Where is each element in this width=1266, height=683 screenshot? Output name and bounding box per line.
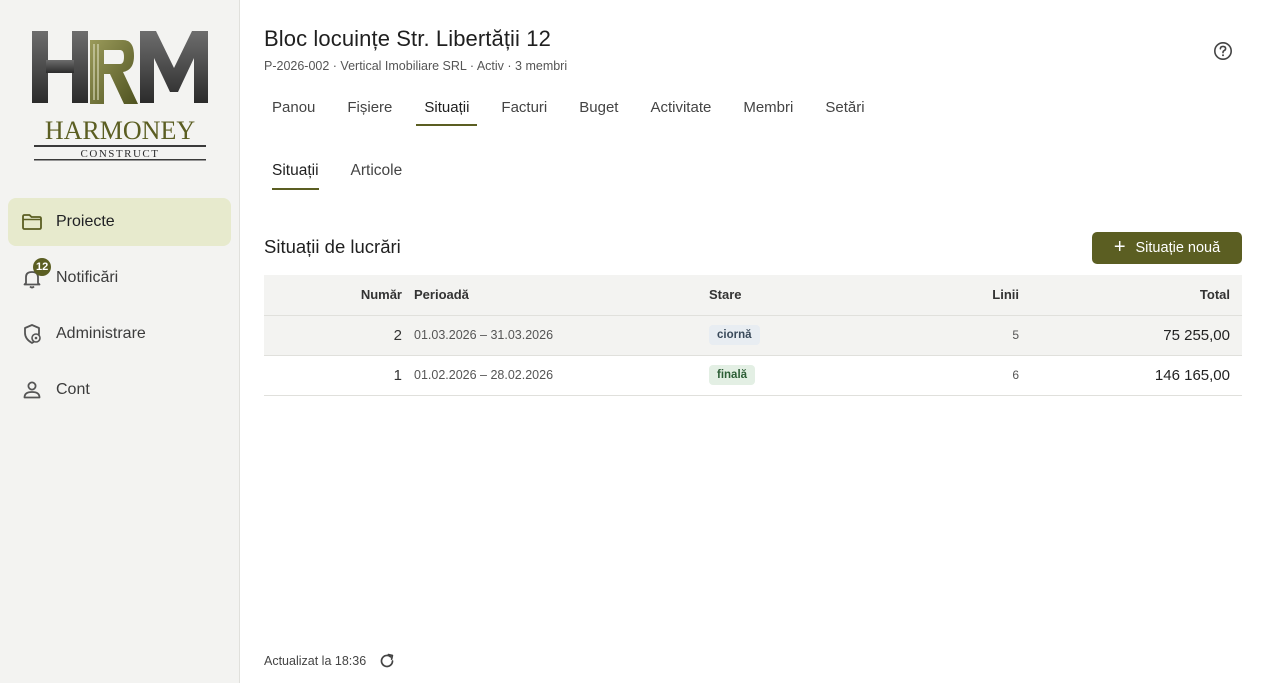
status-badge: ciornă	[709, 325, 760, 345]
column-header-total[interactable]: Total	[1019, 275, 1242, 316]
sidebar: HARMONEY CONSTRUCT Proiecte 12 Notificăr…	[0, 0, 240, 683]
tab-membri[interactable]: Membri	[735, 88, 801, 126]
person-icon	[20, 378, 44, 402]
tab-activitate[interactable]: Activitate	[642, 88, 719, 126]
sidebar-item-label: Notificări	[56, 269, 119, 286]
svg-text:CONSTRUCT: CONSTRUCT	[81, 148, 160, 160]
cell-period: 01.03.2026 – 31.03.2026	[408, 315, 709, 356]
refresh-icon[interactable]	[378, 652, 396, 670]
company-logo[interactable]: HARMONEY CONSTRUCT	[28, 28, 212, 168]
subtab-articole[interactable]: Articole	[343, 152, 411, 190]
cell-total: 146 165,00	[1019, 355, 1242, 396]
notification-badge: 12	[33, 258, 52, 276]
sidebar-nav: Proiecte 12 Notificări Administrare Cont	[8, 198, 231, 422]
project-tabs: Panou Fișiere Situații Facturi Buget Act…	[264, 88, 889, 128]
cell-number: 1	[264, 355, 408, 396]
folder-icon	[20, 210, 44, 234]
main-content: Bloc locuințe Str. Libertății 12 P-2026-…	[240, 0, 1266, 683]
section-title: Situații de lucrări	[264, 236, 401, 257]
cell-number: 2	[264, 315, 408, 356]
column-header-stare[interactable]: Stare	[709, 275, 909, 316]
situatii-subtabs: Situații Articole	[264, 152, 426, 192]
sidebar-item-proiecte[interactable]: Proiecte	[8, 198, 231, 246]
page-title: Bloc locuințe Str. Libertății 12	[264, 26, 551, 51]
cell-lines: 5	[909, 315, 1019, 356]
sidebar-item-label: Proiecte	[56, 213, 115, 230]
cell-status: ciornă	[709, 315, 909, 356]
tab-facturi[interactable]: Facturi	[493, 88, 555, 126]
situatii-table: Număr Perioadă Stare Linii Total 2 01.03…	[264, 275, 1242, 396]
status-badge: finală	[709, 365, 756, 385]
plus-icon: +	[1113, 236, 1126, 258]
tab-buget[interactable]: Buget	[571, 88, 626, 126]
table-row[interactable]: 2 01.03.2026 – 31.03.2026 ciornă 5 75 25…	[264, 315, 1242, 356]
sidebar-item-cont[interactable]: Cont	[8, 366, 231, 414]
cell-total: 75 255,00	[1019, 315, 1242, 356]
subtab-situatii[interactable]: Situații	[264, 152, 327, 190]
svg-text:HARMONEY: HARMONEY	[45, 116, 195, 145]
project-meta: P-2026-002 · Vertical Imobiliare SRL · A…	[264, 59, 568, 73]
cell-status: finală	[709, 355, 909, 396]
sidebar-item-administrare[interactable]: Administrare	[8, 310, 231, 358]
tab-fisiere[interactable]: Fișiere	[339, 88, 400, 126]
sidebar-item-label: Administrare	[56, 325, 146, 342]
column-header-linii[interactable]: Linii	[909, 275, 1019, 316]
tab-setari[interactable]: Setări	[817, 88, 872, 126]
tab-situatii[interactable]: Situații	[416, 88, 478, 126]
cell-lines: 6	[909, 355, 1019, 396]
admin-shield-icon	[20, 322, 44, 346]
sidebar-item-notificari[interactable]: 12 Notificări	[8, 254, 231, 302]
last-updated-text: Actualizat la 18:36	[264, 654, 367, 668]
table-row[interactable]: 1 01.02.2026 – 28.02.2026 finală 6 146 1…	[264, 355, 1242, 396]
footer-status: Actualizat la 18:36	[264, 652, 396, 670]
sidebar-item-label: Cont	[56, 381, 90, 398]
tab-panou[interactable]: Panou	[264, 88, 323, 126]
new-situatie-label: Situație nouă	[1135, 240, 1221, 256]
cell-period: 01.02.2026 – 28.02.2026	[408, 355, 709, 396]
table-header-row: Număr Perioadă Stare Linii Total	[264, 275, 1242, 316]
column-header-perioada[interactable]: Perioadă	[408, 275, 709, 316]
help-icon[interactable]	[1212, 40, 1234, 62]
new-situatie-button[interactable]: + Situație nouă	[1092, 232, 1242, 264]
column-header-numar[interactable]: Număr	[264, 275, 408, 316]
